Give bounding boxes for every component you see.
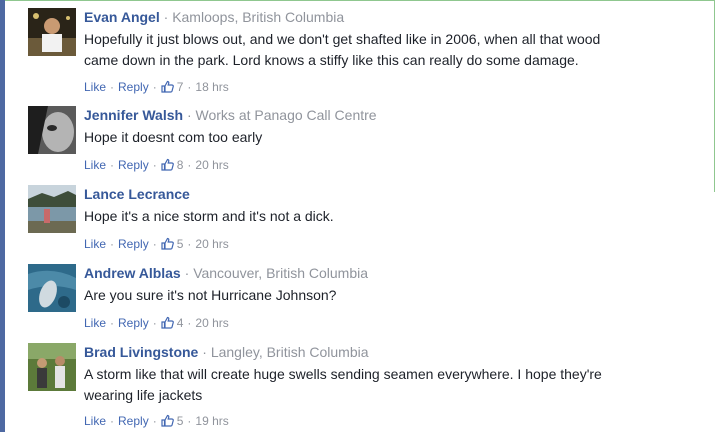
like-link[interactable]: Like (84, 414, 106, 428)
like-link[interactable]: Like (84, 237, 106, 251)
comment-actions: Like · Reply · 8 · 20 hrs (84, 158, 229, 174)
comment-actions: Like · Reply · 5 · 20 hrs (84, 237, 229, 253)
avatar[interactable] (28, 106, 76, 154)
like-link[interactable]: Like (84, 80, 106, 94)
avatar[interactable] (28, 343, 76, 391)
thumbs-up-icon[interactable] (161, 158, 174, 174)
avatar[interactable] (28, 264, 76, 312)
reply-link[interactable]: Reply (118, 158, 149, 172)
comment-item: Jennifer Walsh · Works at Panago Call Ce… (28, 106, 628, 176)
timestamp[interactable]: 20 hrs (195, 158, 228, 172)
separator: · (152, 80, 157, 94)
timestamp[interactable]: 20 hrs (195, 237, 228, 251)
thumbs-up-icon[interactable] (161, 237, 174, 253)
comment-body: Evan Angel · Kamloops, British Columbia … (84, 8, 624, 71)
comment-item: Evan Angel · Kamloops, British Columbia … (28, 8, 628, 98)
comment-item: Brad Livingstone · Langley, British Colu… (28, 343, 628, 432)
author-meta: Langley, British Columbia (210, 344, 369, 360)
author-meta: Kamloops, British Columbia (172, 9, 345, 25)
reply-link[interactable]: Reply (118, 237, 149, 251)
author-name[interactable]: Andrew Alblas (84, 265, 181, 281)
timestamp[interactable]: 18 hrs (195, 80, 228, 94)
top-border (5, 0, 715, 1)
separator: · (152, 158, 157, 172)
separator: · (187, 80, 192, 94)
author-meta: Works at Panago Call Centre (195, 107, 377, 123)
comment-actions: Like · Reply · 7 · 18 hrs (84, 80, 229, 96)
separator: · (187, 414, 192, 428)
right-border (714, 0, 715, 192)
author-name[interactable]: Jennifer Walsh (84, 107, 183, 123)
thumbs-up-icon[interactable] (161, 80, 174, 96)
comment-body: Andrew Alblas · Vancouver, British Colum… (84, 264, 624, 306)
comment-actions: Like · Reply · 5 · 19 hrs (84, 414, 229, 430)
separator: · (152, 237, 157, 251)
timestamp[interactable]: 20 hrs (195, 316, 228, 330)
thumbs-up-icon[interactable] (161, 316, 174, 332)
comment-body: Lance Lecrance Hope it's a nice storm an… (84, 185, 624, 227)
separator: · (110, 316, 115, 330)
reply-link[interactable]: Reply (118, 414, 149, 428)
like-link[interactable]: Like (84, 316, 106, 330)
author-meta: Vancouver, British Columbia (193, 265, 369, 281)
separator: · (184, 265, 194, 281)
comment-text: Hope it's a nice storm and it's not a di… (84, 208, 334, 224)
comment-text: Hope it doesnt com too early (84, 129, 263, 145)
separator: · (187, 158, 192, 172)
timestamp[interactable]: 19 hrs (195, 414, 228, 428)
thumbs-up-icon[interactable] (161, 414, 174, 430)
like-link[interactable]: Like (84, 158, 106, 172)
avatar[interactable] (28, 185, 76, 233)
comment-text: A storm like that will create huge swell… (84, 366, 602, 403)
avatar[interactable] (28, 8, 76, 56)
comment-body: Brad Livingstone · Langley, British Colu… (84, 343, 624, 406)
separator: · (202, 344, 211, 360)
separator: · (110, 237, 115, 251)
comment-item: Andrew Alblas · Vancouver, British Colum… (28, 264, 628, 334)
comment-text: Hopefully it just blows out, and we don'… (84, 31, 601, 68)
separator: · (186, 107, 196, 123)
separator: · (110, 80, 115, 94)
page-left-border (0, 0, 5, 432)
separator: · (110, 158, 115, 172)
comment-item: Lance Lecrance Hope it's a nice storm an… (28, 185, 628, 255)
separator: · (152, 414, 157, 428)
separator: · (163, 9, 173, 25)
separator: · (187, 237, 192, 251)
reply-link[interactable]: Reply (118, 316, 149, 330)
separator: · (187, 316, 192, 330)
separator: · (152, 316, 157, 330)
author-name[interactable]: Lance Lecrance (84, 186, 190, 202)
comment-body: Jennifer Walsh · Works at Panago Call Ce… (84, 106, 624, 148)
comment-text: Are you sure it's not Hurricane Johnson? (84, 287, 337, 303)
author-name[interactable]: Brad Livingstone (84, 344, 198, 360)
separator: · (110, 414, 115, 428)
reply-link[interactable]: Reply (118, 80, 149, 94)
comment-actions: Like · Reply · 4 · 20 hrs (84, 316, 229, 332)
author-name[interactable]: Evan Angel (84, 9, 160, 25)
